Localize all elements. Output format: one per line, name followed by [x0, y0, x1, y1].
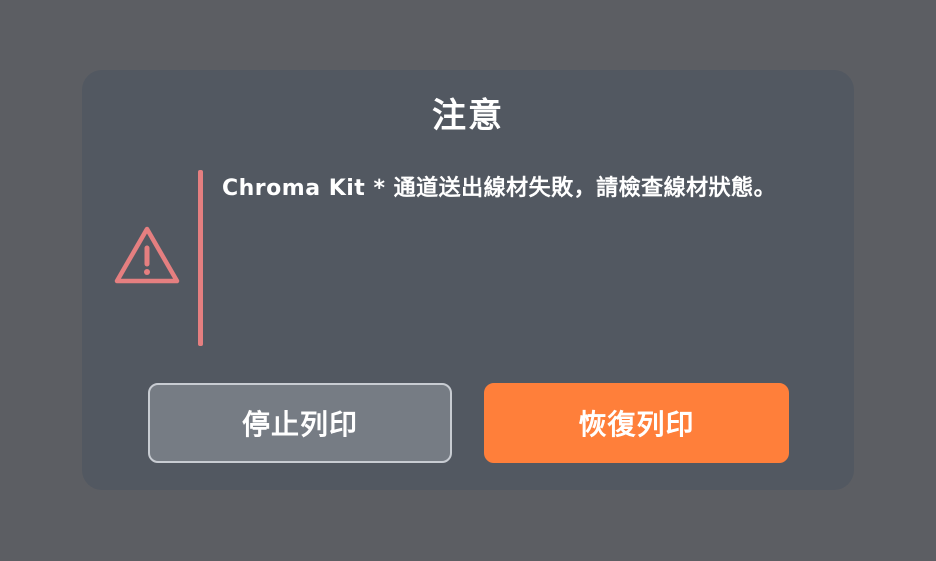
- stop-print-button[interactable]: 停止列印: [148, 383, 452, 463]
- dialog-title: 注意: [432, 96, 504, 136]
- alert-dialog: 注意 Chroma Kit * 通道送出線材失敗，請檢查線材狀態。 停止列印 恢…: [82, 70, 854, 490]
- dialog-message: Chroma Kit * 通道送出線材失敗，請檢查線材狀態。: [222, 176, 777, 201]
- message-accent-bar: [198, 170, 203, 346]
- warning-triangle-icon: [112, 224, 182, 288]
- resume-print-button[interactable]: 恢復列印: [484, 383, 789, 463]
